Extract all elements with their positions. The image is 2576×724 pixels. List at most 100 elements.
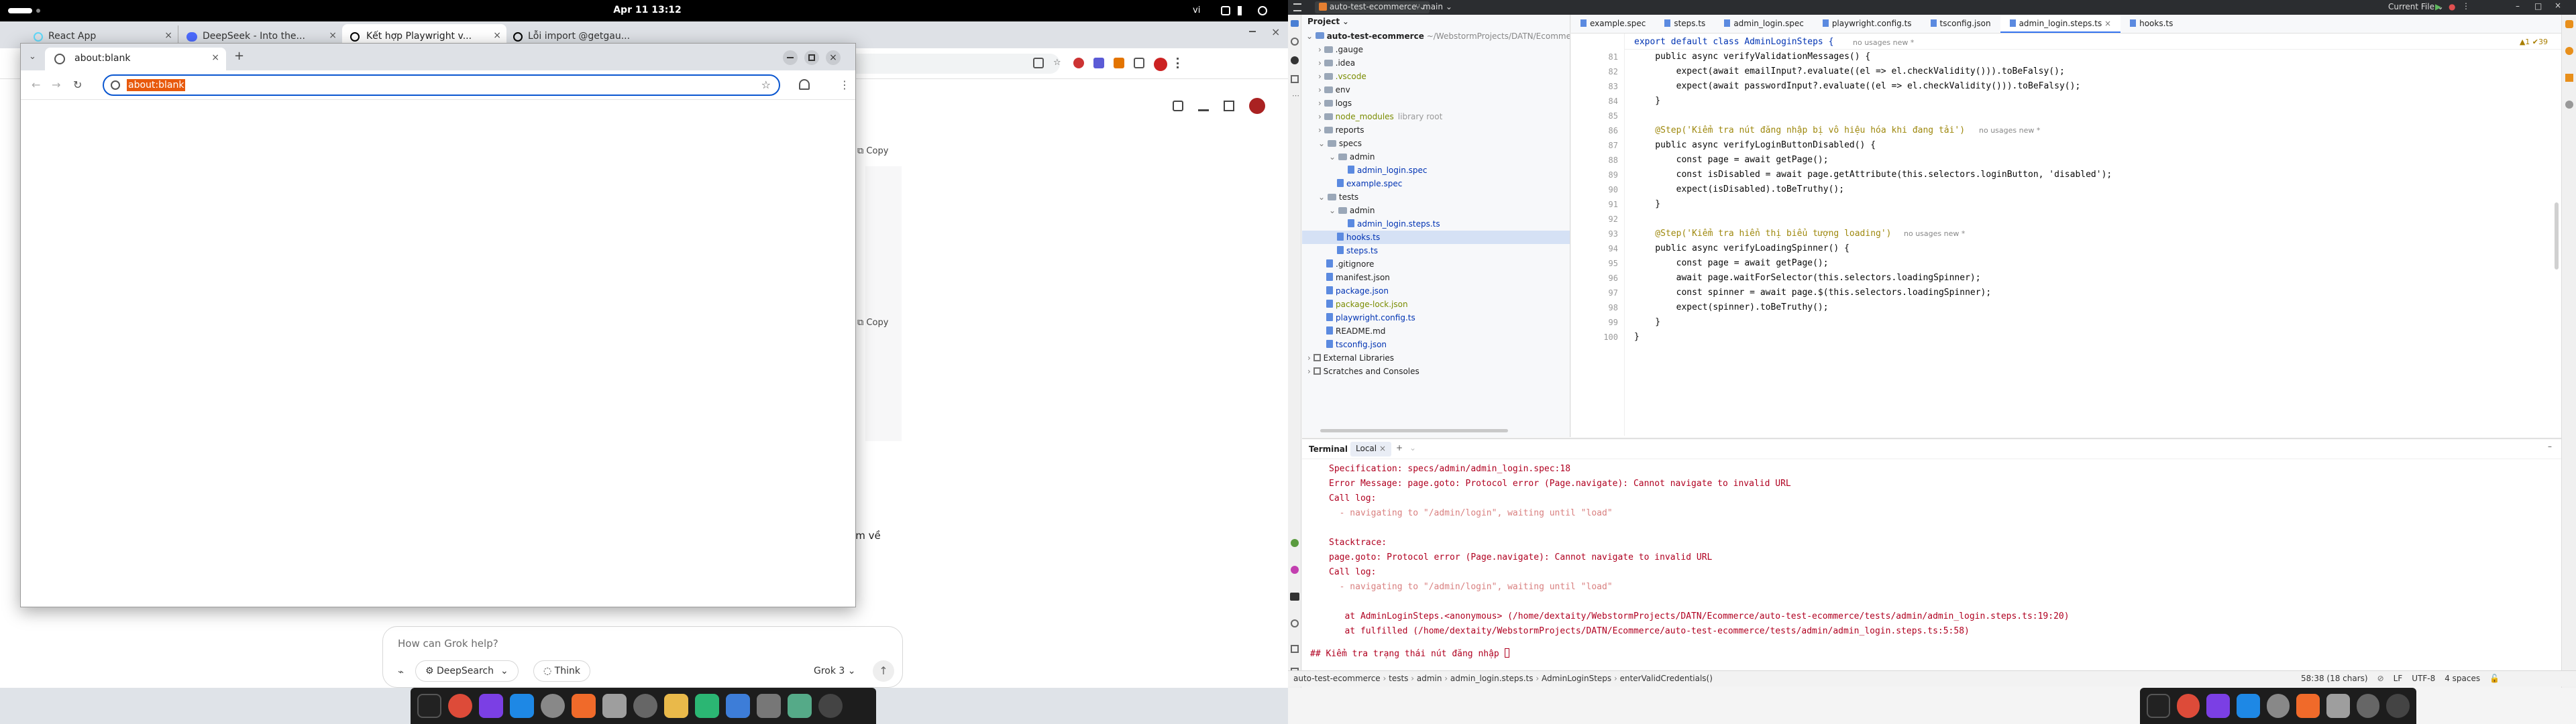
grok-input-box[interactable]: How can Grok help? ⌁ ⚙ DeepSearch ⌄ ◌ Thi…: [382, 626, 903, 688]
apps-grid-icon[interactable]: [818, 694, 843, 718]
chevron-down-icon[interactable]: ⌄: [1318, 139, 1328, 148]
cursor-position[interactable]: 58:38 (18 chars): [2301, 674, 2368, 683]
close-window-icon[interactable]: ×: [1271, 25, 1280, 38]
vscode-app-icon[interactable]: [510, 694, 534, 718]
code-line[interactable]: 100}: [1571, 330, 2561, 345]
deepsearch-button[interactable]: ⚙ DeepSearch ⌄: [415, 660, 519, 682]
settings-app-icon[interactable]: [541, 694, 565, 718]
notes-app-icon[interactable]: [695, 694, 719, 718]
terminal-title[interactable]: Terminal: [1309, 444, 1348, 454]
code-line[interactable]: 90 expect(isDisabled).toBeTruthy();: [1571, 182, 2561, 197]
terminal-options-icon[interactable]: ⌄: [1409, 443, 1416, 452]
breadcrumb-item[interactable]: tests: [1389, 674, 1408, 683]
close-icon[interactable]: ×: [1379, 444, 1386, 453]
close-icon[interactable]: ×: [493, 30, 501, 41]
debug-icon[interactable]: ●: [2449, 2, 2455, 11]
plugin-icon[interactable]: [1291, 539, 1299, 547]
tree-file-item[interactable]: tsconfig.json: [1302, 338, 1570, 351]
folder-app-icon[interactable]: [664, 694, 688, 718]
tree-root[interactable]: ⌄ auto-test-ecommerce ~/WebstormProjects…: [1306, 29, 1570, 43]
files-app-icon[interactable]: [602, 694, 627, 718]
send-button[interactable]: ↑: [873, 660, 894, 682]
editor-tab[interactable]: playwright.config.ts: [1813, 15, 1921, 33]
reload-icon[interactable]: ↻: [73, 78, 82, 91]
apps-grid-icon[interactable]: [2386, 694, 2410, 718]
kebab-menu-icon[interactable]: ⋮: [839, 78, 850, 91]
tree-file-item[interactable]: README.md: [1302, 324, 1570, 338]
code-line[interactable]: 88 const page = await getPage();: [1571, 153, 2561, 168]
editor-scrollbar[interactable]: [2555, 202, 2559, 269]
breadcrumb-item[interactable]: AdminLoginSteps: [1542, 674, 1611, 683]
clock[interactable]: Apr 11 13:12: [604, 5, 691, 15]
file-encoding[interactable]: UTF-8: [2412, 674, 2435, 683]
tree-folder-item[interactable]: › env: [1302, 83, 1570, 97]
commit-icon[interactable]: [1291, 38, 1299, 46]
close-icon[interactable]: ×: [2555, 1, 2561, 10]
minimize-icon[interactable]: [1249, 31, 1256, 32]
chevron-right-icon[interactable]: ›: [1318, 112, 1324, 121]
tree-folder-item[interactable]: › .gauge: [1302, 43, 1570, 56]
chevron-right-icon[interactable]: ›: [1318, 99, 1324, 108]
cast-icon[interactable]: [1033, 58, 1044, 68]
store-app-icon[interactable]: [2296, 694, 2320, 718]
chevron-right-icon[interactable]: ›: [1318, 45, 1324, 54]
chrome-app-icon[interactable]: [2176, 694, 2200, 718]
user-avatar[interactable]: [1249, 98, 1265, 114]
line-separator[interactable]: LF: [2394, 674, 2403, 683]
popup-tab[interactable]: about:blank ×: [45, 48, 226, 70]
forward-icon[interactable]: →: [52, 78, 60, 91]
editor-tab[interactable]: tsconfig.json: [1921, 15, 2000, 33]
vcs-widget[interactable]: ⑂ main ⌄: [1415, 2, 1452, 11]
project-panel-title[interactable]: Project: [1307, 17, 1340, 26]
breadcrumb-item[interactable]: admin_login.steps.ts: [1450, 674, 1534, 683]
indent-setting[interactable]: 4 spaces: [2445, 674, 2480, 683]
omnibox-bg[interactable]: [825, 54, 1060, 74]
tree-file-item[interactable]: admin_login.steps.ts: [1302, 217, 1570, 231]
tree-folder-item[interactable]: › node_modules library root: [1302, 110, 1570, 123]
folder-icon[interactable]: [1291, 20, 1299, 27]
chevron-right-icon[interactable]: ›: [1318, 85, 1324, 95]
webstorm-app-icon[interactable]: [479, 694, 503, 718]
hide-panel-icon[interactable]: –: [2548, 442, 2552, 451]
more-icon[interactable]: ⋮: [2462, 1, 2470, 11]
tree-folder-item[interactable]: ⌄ admin: [1302, 150, 1570, 164]
puzzle-icon[interactable]: [1134, 58, 1144, 68]
code-line[interactable]: 92: [1571, 212, 2561, 227]
new-tab-button[interactable]: +: [234, 49, 244, 63]
chevron-right-icon[interactable]: ›: [1318, 125, 1324, 135]
tree-folder-item[interactable]: › .idea: [1302, 56, 1570, 70]
tree-folder-item[interactable]: ⌄ admin: [1302, 204, 1570, 217]
grok-input-placeholder[interactable]: How can Grok help?: [398, 638, 498, 650]
disk-app-icon[interactable]: [633, 694, 657, 718]
language-indicator[interactable]: vi: [1193, 5, 1200, 15]
power-icon[interactable]: [1258, 6, 1267, 15]
code-line[interactable]: 87 public async verifyLoginButtonDisable…: [1571, 138, 2561, 153]
maximize-icon[interactable]: □: [2534, 1, 2542, 11]
star-icon[interactable]: ☆: [1053, 58, 1064, 68]
tree-folder-item[interactable]: › Scratches and Consoles: [1302, 365, 1570, 378]
tree-file-item[interactable]: steps.ts: [1302, 244, 1570, 257]
model-selector[interactable]: Grok 3 ⌄: [814, 666, 856, 676]
history-icon[interactable]: [1224, 101, 1234, 111]
tree-file-item[interactable]: package-lock.json: [1302, 298, 1570, 311]
editor-tab[interactable]: steps.ts: [1655, 15, 1715, 33]
tree-file-item[interactable]: hooks.ts: [1302, 231, 1570, 244]
close-icon[interactable]: ×: [2102, 19, 2111, 28]
code-line[interactable]: 93 @Step('Kiểm tra hiển thị biểu tượng l…: [1571, 227, 2561, 241]
tree-folder-item[interactable]: ⌄ specs: [1302, 137, 1570, 150]
trash-app-icon[interactable]: [757, 694, 781, 718]
tree-folder-item[interactable]: › External Libraries: [1302, 351, 1570, 365]
chevron-right-icon[interactable]: ›: [1307, 367, 1313, 376]
volume-icon[interactable]: [1238, 6, 1247, 15]
settings-app-icon[interactable]: [2266, 694, 2290, 718]
problems-icon[interactable]: [1291, 619, 1299, 627]
terminal-icon[interactable]: [1290, 593, 1299, 601]
chevron-down-icon[interactable]: ⌄: [1329, 152, 1338, 162]
code-line[interactable]: 91 }: [1571, 197, 2561, 212]
structure-icon[interactable]: [1291, 75, 1299, 83]
code-line[interactable]: 97 const spinner = await page.$(this.sel…: [1571, 286, 2561, 300]
plugin-icon[interactable]: [1291, 566, 1299, 574]
add-terminal-icon[interactable]: +: [1396, 443, 1403, 452]
main-menu-icon[interactable]: [1293, 3, 1301, 11]
breadcrumb-item[interactable]: auto-test-ecommerce: [1293, 674, 1381, 683]
